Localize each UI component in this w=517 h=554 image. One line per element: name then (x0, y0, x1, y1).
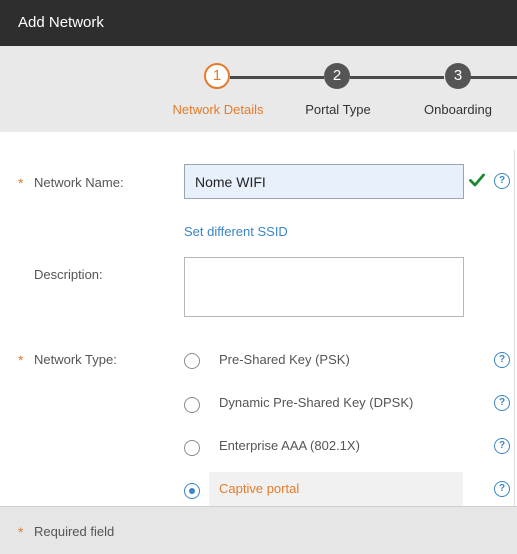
step-2-label[interactable]: Portal Type (305, 102, 371, 117)
network-type-option-captive-portal[interactable]: Captive portal (176, 472, 463, 508)
step-2-circle[interactable]: 2 (324, 63, 350, 89)
radio-label-psk[interactable]: Pre-Shared Key (PSK) (219, 352, 350, 367)
network-type-option-dpsk[interactable]: Dynamic Pre-Shared Key (DPSK) (176, 385, 463, 421)
required-field-note: Required field (34, 524, 115, 539)
wizard-stepper: 1 2 3 Network Details Portal Type Onboar… (0, 46, 517, 132)
step-connector (350, 76, 444, 79)
help-icon[interactable]: ? (494, 395, 510, 411)
radio-dpsk[interactable] (184, 397, 200, 413)
network-type-option-psk[interactable]: Pre-Shared Key (PSK) (176, 341, 463, 377)
step-1-circle[interactable]: 1 (204, 63, 230, 89)
radio-label-enterprise-aaa[interactable]: Enterprise AAA (802.1X) (219, 438, 360, 453)
radio-enterprise-aaa[interactable] (184, 440, 200, 456)
description-textarea[interactable] (184, 257, 464, 317)
network-name-label: Network Name: (34, 175, 124, 190)
radio-psk[interactable] (184, 353, 200, 369)
required-marker: * (18, 524, 24, 540)
help-icon[interactable]: ? (494, 173, 510, 189)
required-marker: * (18, 175, 24, 191)
dialog-footer: * Required field (0, 506, 517, 554)
radio-captive-portal[interactable] (184, 483, 200, 499)
help-icon[interactable]: ? (494, 352, 510, 368)
step-3-circle[interactable]: 3 (445, 63, 471, 89)
step-3-label[interactable]: Onboarding (424, 102, 492, 117)
content-scroll-edge (514, 150, 515, 506)
dialog-header: Add Network (0, 0, 517, 46)
network-name-input[interactable] (184, 164, 464, 199)
step-connector (230, 76, 324, 79)
step-connector (470, 76, 517, 79)
dialog-title: Add Network (18, 14, 104, 31)
description-label: Description: (34, 267, 103, 282)
radio-label-dpsk[interactable]: Dynamic Pre-Shared Key (DPSK) (219, 395, 413, 410)
help-icon[interactable]: ? (494, 438, 510, 454)
help-icon[interactable]: ? (494, 481, 510, 497)
network-type-label: Network Type: (34, 352, 117, 367)
required-marker: * (18, 352, 24, 368)
network-type-option-enterprise-aaa[interactable]: Enterprise AAA (802.1X) (176, 428, 463, 464)
radio-label-captive-portal[interactable]: Captive portal (219, 481, 299, 496)
step-1-label[interactable]: Network Details (172, 102, 263, 117)
set-different-ssid-link[interactable]: Set different SSID (184, 224, 288, 239)
check-icon (469, 173, 485, 190)
